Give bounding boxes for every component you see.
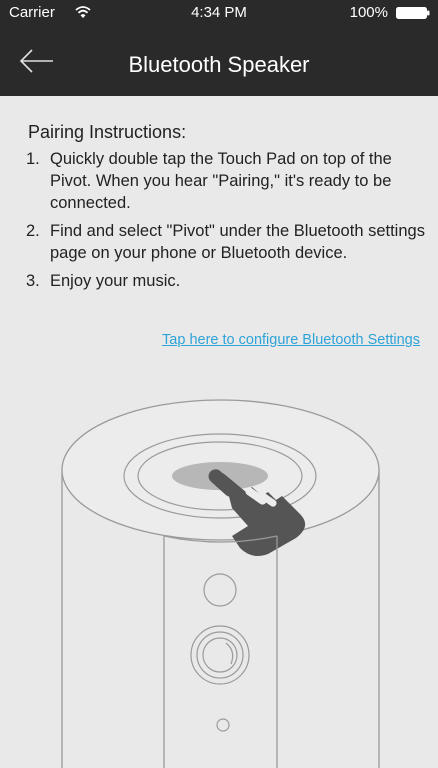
step-number: 3. — [26, 272, 40, 290]
page-title: Bluetooth Speaker — [128, 52, 310, 77]
volume-knob-outer — [190, 625, 250, 685]
step-number: 2. — [26, 222, 40, 240]
speaker-illustration — [61, 399, 380, 768]
instruction-step: 3. Enjoy your music. — [26, 270, 426, 292]
battery-percent: 100% — [349, 4, 388, 21]
volume-knob-inner — [202, 637, 238, 673]
pairing-content: Pairing Instructions: 1. Quickly double … — [0, 96, 438, 768]
status-bar: Carrier 4:34 PM 100% — [0, 0, 438, 26]
instructions-heading: Pairing Instructions: — [28, 122, 187, 142]
battery-icon — [396, 7, 430, 19]
configure-bluetooth-link[interactable]: Tap here to configure Bluetooth Settings — [162, 332, 420, 348]
step-text: Enjoy your music. — [50, 272, 181, 290]
instruction-step: 2. Find and select "Pivot" under the Blu… — [26, 220, 426, 264]
volume-indicator — [225, 642, 234, 665]
indicator-light — [216, 718, 230, 732]
power-button — [203, 573, 237, 607]
volume-knob-mid — [196, 631, 244, 679]
instruction-steps: 1. Quickly double tap the Touch Pad on t… — [26, 148, 426, 298]
front-panel — [163, 536, 278, 768]
navigation-bar: Bluetooth Speaker — [0, 26, 438, 96]
step-text: Find and select "Pivot" under the Blueto… — [50, 222, 425, 262]
step-text: Quickly double tap the Touch Pad on top … — [50, 150, 392, 212]
instruction-step: 1. Quickly double tap the Touch Pad on t… — [26, 148, 426, 214]
step-number: 1. — [26, 150, 40, 168]
